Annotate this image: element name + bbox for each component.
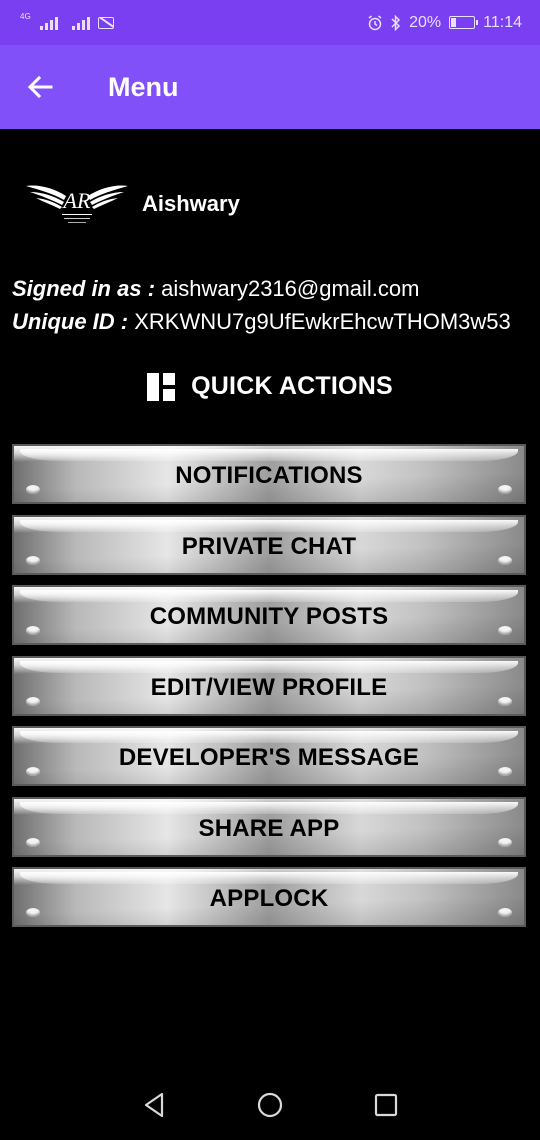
rivet-icon <box>498 767 512 776</box>
profile-name: Aishwary <box>142 191 240 216</box>
signal-icon-2 <box>71 16 90 30</box>
rivet-icon <box>26 485 40 494</box>
quick-actions-header: QUICK ACTIONS <box>0 372 540 401</box>
status-bar: 4G 20% 11:14 <box>0 0 540 45</box>
action-label: NOTIFICATIONS <box>175 462 363 489</box>
dashboard-icon <box>147 372 176 401</box>
unique-id-label: Unique ID : <box>12 309 129 334</box>
alarm-icon <box>368 14 382 30</box>
svg-text:AR: AR <box>62 188 91 213</box>
account-info: Signed in as : aishwary2316@gmail.com Un… <box>12 272 511 338</box>
battery-percent: 20% <box>409 13 442 31</box>
winged-logo-icon: AR <box>26 185 128 223</box>
bluetooth-icon <box>391 14 401 31</box>
status-right: 20% 11:14 <box>367 14 522 32</box>
status-time: 11:14 <box>483 13 522 31</box>
triangle-back-icon <box>144 1092 164 1118</box>
action-label: COMMUNITY POSTS <box>149 603 389 630</box>
action-label: EDIT/VIEW PROFILE <box>150 673 388 701</box>
rivet-icon <box>498 837 512 847</box>
action-label: APPLOCK <box>209 885 329 912</box>
rivet-icon <box>498 696 512 706</box>
private-chat-button[interactable]: PRIVATE CHAT <box>12 514 526 575</box>
edit-view-profile-button[interactable]: EDIT/VIEW PROFILE <box>12 655 526 716</box>
no-sim-icon <box>97 16 114 29</box>
community-posts-button[interactable]: COMMUNITY POSTS <box>12 585 526 645</box>
rivet-icon <box>498 485 512 494</box>
quick-actions-title: QUICK ACTIONS <box>191 372 393 400</box>
action-label: SHARE APP <box>198 814 340 842</box>
share-app-button[interactable]: SHARE APP <box>12 796 526 857</box>
quick-actions-list: NOTIFICATIONS PRIVATE CHAT COMMUNITY POS… <box>12 444 526 938</box>
rivet-icon <box>26 837 40 847</box>
rivet-icon <box>26 908 40 917</box>
nav-recents-button[interactable] <box>364 1083 408 1127</box>
system-nav-bar <box>0 1070 540 1140</box>
battery-icon <box>449 16 479 29</box>
circle-home-icon <box>257 1092 283 1118</box>
unique-id-value: XRKWNU7g9UfEwkrEhcwTHOM3w53 <box>134 309 511 334</box>
signed-in-label: Signed in as : <box>12 276 156 301</box>
profile-header: AR Aishwary <box>24 178 240 230</box>
page-title: Menu <box>108 71 179 102</box>
nav-home-button[interactable] <box>248 1083 292 1127</box>
rivet-icon <box>26 626 40 635</box>
rivet-icon <box>26 696 40 706</box>
signed-in-row: Signed in as : aishwary2316@gmail.com <box>12 272 511 305</box>
back-button[interactable] <box>0 45 86 129</box>
action-label: PRIVATE CHAT <box>181 532 357 560</box>
applock-button[interactable]: APPLOCK <box>12 867 526 927</box>
nav-back-button[interactable] <box>132 1083 176 1127</box>
unique-id-row: Unique ID : XRKWNU7g9UfEwkrEhcwTHOM3w53 <box>12 305 511 338</box>
action-label: DEVELOPER'S MESSAGE <box>118 744 420 771</box>
square-recents-icon <box>374 1093 398 1117</box>
network-type-label: 4G <box>20 12 31 21</box>
rivet-icon <box>26 767 40 776</box>
rivet-icon <box>498 626 512 635</box>
email-value: aishwary2316@gmail.com <box>161 276 420 301</box>
rivet-icon <box>26 555 40 565</box>
rivet-icon <box>498 555 512 565</box>
arrow-left-icon <box>27 75 53 99</box>
developers-message-button[interactable]: DEVELOPER'S MESSAGE <box>12 726 526 786</box>
rivet-icon <box>498 908 512 917</box>
battery-fill <box>451 18 456 27</box>
app-bar: Menu <box>0 45 540 129</box>
notifications-button[interactable]: NOTIFICATIONS <box>12 444 526 504</box>
status-left: 4G <box>20 12 114 30</box>
signal-icon <box>39 16 58 30</box>
